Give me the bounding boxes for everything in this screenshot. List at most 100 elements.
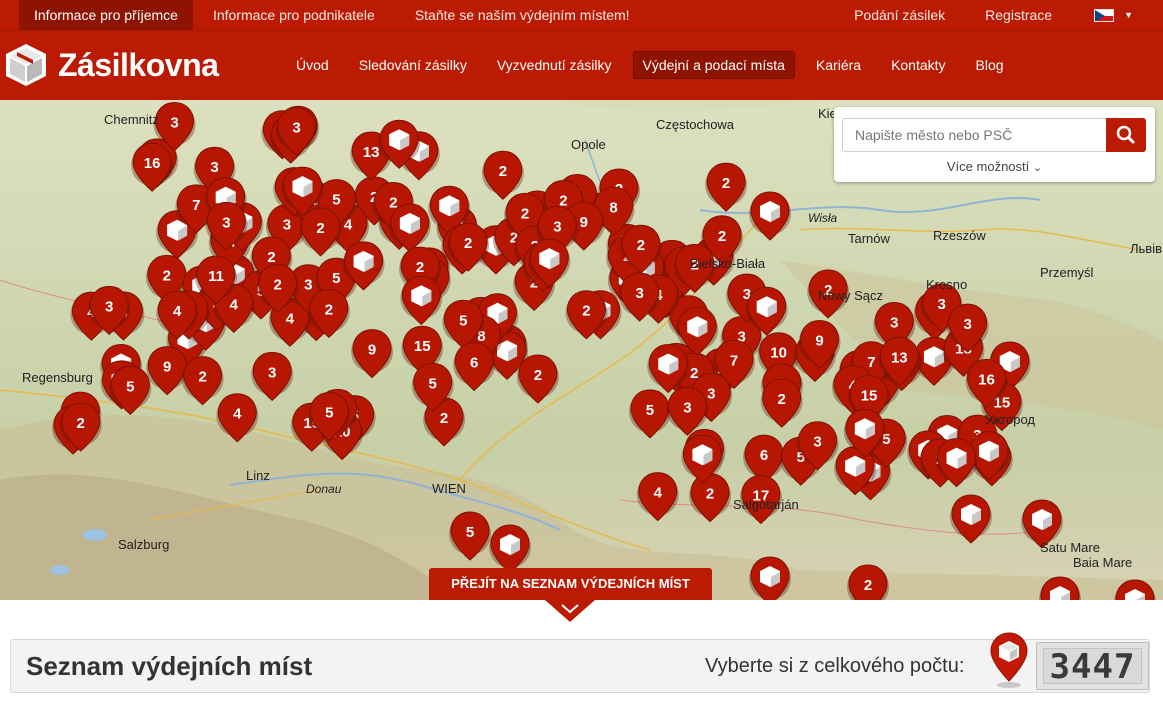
cluster-count-label: 3 (890, 315, 898, 332)
cluster-count-label: 3 (964, 316, 972, 333)
pickup-list-header: Seznam výdejních míst Vyberte si z celko… (10, 639, 1150, 693)
map-city-label: Wisła (808, 211, 838, 225)
cluster-count-label: 6 (760, 447, 768, 464)
nav-career[interactable]: Kariéra (801, 51, 876, 79)
map-pickup-point-pin[interactable] (749, 556, 791, 600)
map-city-label: Częstochowa (656, 117, 735, 132)
map-city-label: Salgótarján (733, 497, 799, 512)
map-cluster-pin[interactable]: 3 (251, 351, 294, 402)
map-cluster-pin[interactable]: 2 (516, 354, 559, 404)
map-city-label: Львів (1130, 241, 1162, 256)
cluster-count-label: 3 (283, 217, 291, 234)
cluster-count-label: 13 (363, 144, 380, 161)
more-options-toggle[interactable]: Více možností ⌄ (834, 159, 1155, 174)
cluster-count-label: 2 (499, 163, 507, 180)
cluster-count-label: 3 (210, 159, 218, 176)
cluster-count-label: 8 (609, 199, 617, 216)
map-cluster-pin[interactable]: 2 (760, 378, 803, 428)
cluster-count-label: 3 (170, 115, 178, 132)
map-cluster-pin[interactable]: 2 (689, 473, 732, 523)
nav-pickup-points[interactable]: Výdejní a podací místa (632, 51, 795, 79)
topbar-link-register[interactable]: Registrace (965, 0, 1072, 30)
map-cluster-pin[interactable]: 3 (666, 386, 709, 436)
search-icon (1116, 125, 1135, 144)
cluster-count-label: 2 (267, 249, 275, 266)
cluster-count-label: 2 (706, 486, 714, 503)
cluster-count-label: 7 (730, 352, 738, 369)
map-city-label: Rzeszów (933, 228, 986, 243)
cluster-count-label: 2 (163, 267, 171, 284)
cluster-count-label: 3 (553, 218, 561, 235)
cluster-count-label: 2 (718, 228, 726, 245)
cluster-count-label: 2 (864, 577, 872, 594)
map-cluster-pin[interactable]: 9 (146, 346, 189, 396)
nav-contacts[interactable]: Kontakty (876, 51, 960, 79)
city-postcode-search-input[interactable] (842, 118, 1107, 152)
map-pickup-point-pin[interactable] (749, 191, 791, 241)
cluster-count-label: 5 (429, 375, 437, 392)
cluster-count-label: 9 (368, 342, 376, 359)
map-cluster-pin[interactable]: 2 (181, 356, 224, 406)
language-dropdown-caret-icon[interactable]: ▼ (1124, 10, 1133, 30)
map-pickup-point-pin[interactable] (950, 494, 992, 544)
map-city-label: Regensburg (22, 370, 93, 385)
chevron-down-icon: ⌄ (1032, 162, 1043, 174)
map-city-label: WIEN (432, 481, 466, 496)
map-city-label: Baia Mare (1073, 555, 1132, 570)
cluster-count-label: 5 (325, 404, 333, 421)
topbar-link-become-point[interactable]: Staňte se naším výdejním místem! (395, 0, 650, 30)
cluster-count-label: 2 (778, 391, 786, 408)
map-cluster-pin[interactable]: 16 (131, 142, 174, 192)
logo-box-icon (6, 44, 46, 86)
topbar-link-business[interactable]: Informace pro podnikatele (193, 0, 395, 30)
cluster-count-label: 15 (414, 338, 431, 355)
map-cluster-pin[interactable]: 2 (705, 162, 748, 212)
cluster-count-label: 4 (233, 406, 242, 423)
cluster-count-label: 2 (521, 205, 529, 222)
nav-pickup[interactable]: Vyzvednutí zásilky (482, 51, 627, 79)
cluster-count-label: 3 (292, 120, 300, 137)
map-cluster-pin[interactable]: 2 (847, 564, 889, 600)
map-cluster-pin[interactable]: 6 (453, 341, 496, 392)
cluster-count-label: 5 (646, 402, 654, 419)
cluster-count-label: 2 (464, 235, 472, 252)
map-cluster-pin[interactable]: 2 (481, 150, 524, 200)
map-city-label: Linz (246, 468, 270, 483)
nav-tracking[interactable]: Sledování zásilky (344, 51, 482, 79)
search-button[interactable] (1106, 118, 1146, 152)
cluster-count-label: 3 (105, 298, 113, 315)
cluster-count-label: 3 (938, 296, 946, 313)
top-bar: Informace pro příjemce Informace pro pod… (0, 0, 1163, 30)
nav-uvod[interactable]: Úvod (281, 51, 344, 79)
cluster-count-label: 3 (635, 285, 643, 302)
map-search-panel: Více možností ⌄ (834, 107, 1155, 182)
map-cluster-pin[interactable]: 5 (628, 389, 671, 439)
cluster-count-label: 13 (891, 349, 908, 366)
nav-blog[interactable]: Blog (961, 51, 1019, 79)
cluster-count-label: 9 (163, 359, 171, 376)
map-city-label: Nowy Sącz (818, 288, 883, 303)
main-header: Zásilkovna Úvod Sledování zásilky Vyzved… (0, 30, 1163, 100)
cluster-count-label: 4 (286, 310, 295, 327)
total-count-value: 3447 (1043, 648, 1142, 685)
map-cluster-pin[interactable]: 9 (351, 329, 394, 379)
callout-chevron-down-icon[interactable] (545, 600, 595, 622)
czech-flag-icon[interactable] (1094, 9, 1115, 22)
cluster-count-label: 3 (707, 385, 715, 402)
cluster-count-label: 10 (770, 345, 787, 362)
cluster-count-label: 6 (470, 354, 478, 371)
go-to-list-button[interactable]: PŘEJÍT NA SEZNAM VÝDEJNÍCH MÍST (429, 568, 712, 600)
map-city-label: Bielsko-Biała (690, 256, 766, 271)
map-city-label: Ужгород (985, 412, 1035, 427)
cluster-count-label: 3 (683, 399, 691, 416)
main-nav: Úvod Sledování zásilky Vyzvednutí zásilk… (281, 51, 1019, 79)
topbar-link-recipients[interactable]: Informace pro příjemce (19, 0, 193, 30)
map-cluster-pin[interactable]: 2 (299, 207, 342, 257)
map-cluster-pin[interactable]: 4 (636, 472, 679, 522)
map-pickup-point-pin[interactable] (400, 275, 443, 325)
cluster-count-label: 2 (77, 415, 85, 432)
map-city-label: Satu Mare (1040, 540, 1100, 555)
topbar-link-submit-parcels[interactable]: Podání zásilek (834, 0, 965, 30)
logo[interactable]: Zásilkovna (4, 42, 219, 88)
cluster-count-label: 4 (173, 303, 182, 320)
